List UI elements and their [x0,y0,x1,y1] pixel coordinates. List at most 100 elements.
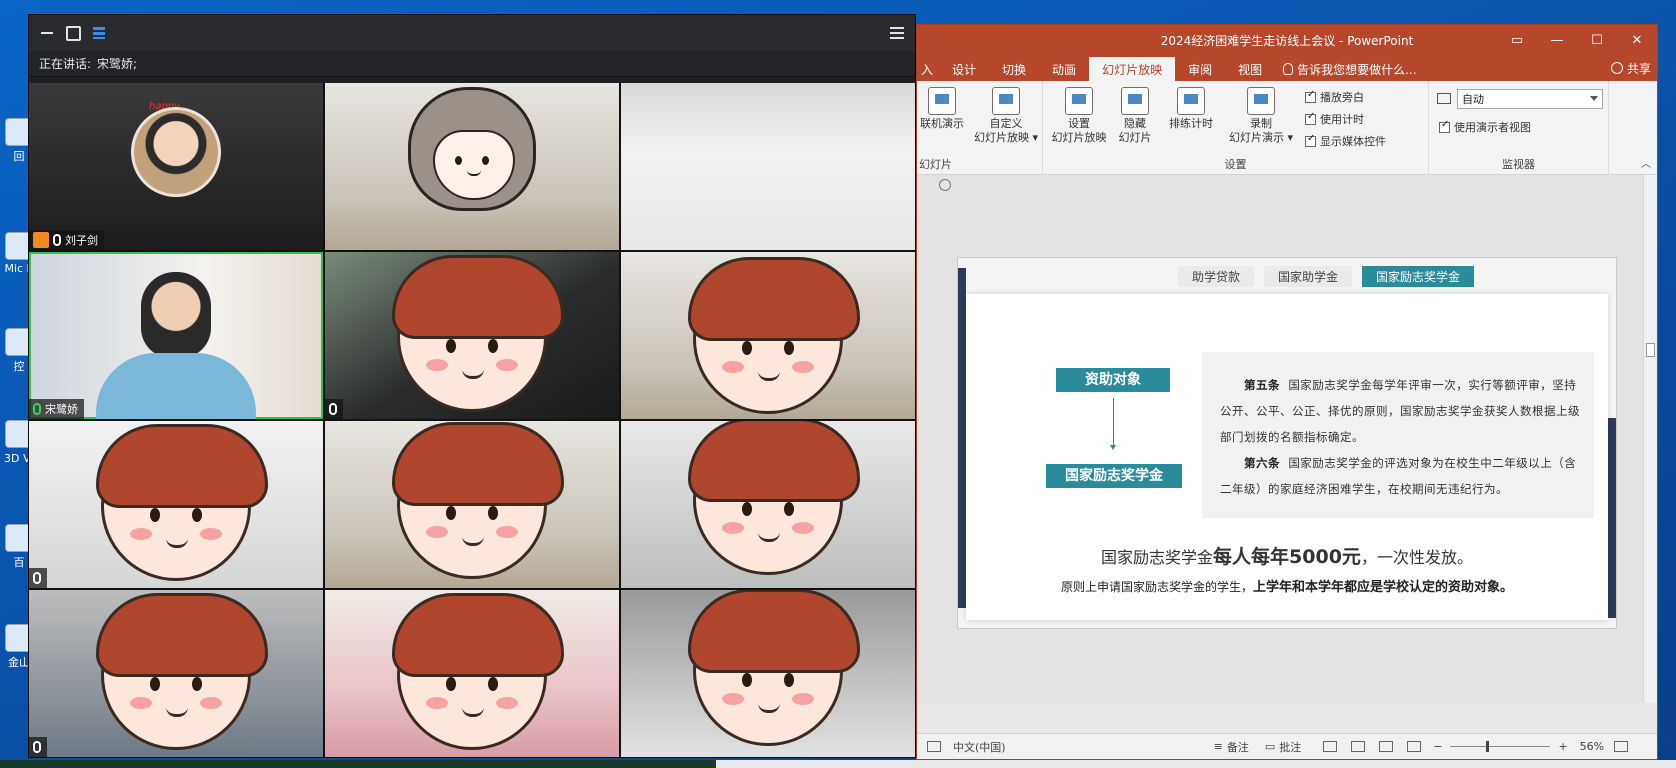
use-timings-checkbox[interactable]: 使用计时 [1305,111,1364,127]
mic-muted-icon [33,741,41,753]
mic-muted-icon [33,572,41,584]
speaking-name: 宋鹭娇; [97,57,138,71]
video-tile[interactable] [621,421,915,588]
setup-show-button[interactable]: 设置 幻灯片放映 [1047,87,1111,145]
fit-slide-icon[interactable] [1614,741,1629,752]
record-show-button[interactable]: 录制 幻灯片演示 ▾ [1223,87,1299,145]
video-tile-active[interactable]: 宋鹭娇 [29,252,323,419]
label-scholarship: 国家励志奖学金 [1046,464,1182,488]
powerpoint-window: 2024经济困难学生走访线上会议 - PowerPoint ▭ — ☐ ✕ 入 … [916,24,1658,760]
mic-on-icon [33,403,41,415]
stopwatch-icon [1177,87,1205,115]
hide-slide-button[interactable]: 隐藏 幻灯片 [1113,87,1157,145]
video-tile[interactable] [29,421,323,588]
speaking-indicator: 正在讲话: 宋鹭娇; [29,51,915,77]
slide-content-card: 资助对象 国家励志奖学金 第五条 国家励志奖学金每学年评审一次，实行等额评审，坚… [966,294,1608,620]
online-present-button[interactable]: 联机演示 [917,87,967,131]
collapse-ribbon-icon[interactable]: ︿ [1641,155,1651,170]
comments-button[interactable]: ▭ 批注 [1265,739,1301,755]
minimize-icon[interactable] [39,25,55,41]
close-icon[interactable]: ✕ [1617,25,1657,55]
slideshow-icon [1407,741,1422,752]
video-tile[interactable] [29,590,323,757]
video-tile[interactable] [621,252,915,419]
tab-design[interactable]: 设计 [939,57,989,81]
video-tile[interactable] [325,252,619,419]
language-indicator[interactable]: 中文(中国) [953,739,1006,755]
video-tile[interactable] [621,590,915,757]
slide-sorter-button[interactable] [1351,741,1366,752]
boy-sticker-icon [96,424,268,581]
girl-sticker-icon [408,87,536,211]
boy-sticker-icon [392,255,564,412]
tab-animations[interactable]: 动画 [1039,57,1089,81]
taskbar-strip [716,760,1676,768]
record-icon [1247,87,1275,115]
status-bar: 中文(中国) ≡ 备注 ▭ 批注 − + 56% [917,733,1657,759]
participant-name-tag: 宋鹭娇 [29,399,84,419]
ribbon-group-start: 联机演示 自定义 幻灯片放映 ▾ 幻灯片 [917,81,1043,175]
slide-editing-area[interactable]: 助学贷款 国家助学金 国家励志奖学金 资助对象 国家励志奖学金 第五条 国家励志… [917,175,1657,703]
meeting-titlebar [29,15,915,51]
reading-view-icon [1379,741,1394,752]
presenter-view-checkbox[interactable]: 使用演示者视图 [1439,119,1531,135]
video-tile[interactable] [325,83,619,250]
maximize-icon[interactable]: ☐ [1577,25,1617,55]
participant-name-tag [29,568,47,588]
tab-insert[interactable]: 入 [921,57,939,81]
boy-sticker-icon [688,421,860,575]
slide-subline: 原则上申请国家励志奖学金的学生，上学年和本学年都应是学校认定的资助对象。 [1060,580,1514,595]
boy-sticker-icon [392,422,564,579]
connector-arrow [1110,398,1116,450]
reading-view-button[interactable] [1379,741,1394,752]
gallery-view-icon[interactable] [91,25,107,41]
play-narration-checkbox[interactable]: 播放旁白 [1305,89,1364,105]
maximize-icon[interactable] [65,25,81,41]
tab-slideshow[interactable]: 幻灯片放映 [1089,57,1176,81]
label-recipients: 资助对象 [1056,368,1170,392]
custom-show-button[interactable]: 自定义 幻灯片放映 ▾ [971,87,1041,145]
tab-review[interactable]: 审阅 [1175,57,1225,81]
participant-name-tag [325,399,343,419]
slide-headline: 国家励志奖学金每人每年5000元，一次性发放。 [1101,546,1473,568]
vertical-scrollbar[interactable] [1643,175,1657,703]
mic-muted-icon [53,234,61,246]
monitor-select[interactable]: 自动 [1457,89,1603,109]
zoom-level[interactable]: 56% [1580,740,1604,753]
speaking-label: 正在讲话: [39,57,92,71]
ribbon-display-icon[interactable]: ▭ [1497,25,1537,55]
tell-me-box[interactable]: 告诉我您想要做什么... [1283,57,1417,81]
video-tile[interactable]: happy 刘子剑 [29,83,323,250]
boy-sticker-icon [688,590,860,746]
normal-view-icon [1323,741,1338,752]
spellcheck-icon[interactable] [927,741,941,752]
video-tile[interactable] [325,590,619,757]
slide-accent-bar [958,268,966,608]
mic-muted-icon [329,403,337,415]
zoom-in-button[interactable]: + [1558,740,1567,753]
tab-view[interactable]: 视图 [1225,57,1275,81]
normal-view-button[interactable] [1323,741,1338,752]
boy-sticker-icon [96,593,268,750]
slideshow-button[interactable] [1407,741,1422,752]
setup-show-icon [1065,87,1093,115]
video-tile[interactable] [325,421,619,588]
menu-icon[interactable] [889,25,905,41]
avatar [131,107,221,197]
slide-tab: 助学贷款 [1178,266,1255,287]
tab-transitions[interactable]: 切换 [989,57,1039,81]
slide-canvas[interactable]: 助学贷款 国家助学金 国家励志奖学金 资助对象 国家励志奖学金 第五条 国家励志… [957,257,1617,629]
show-media-controls-checkbox[interactable]: 显示媒体控件 [1305,133,1386,149]
share-button[interactable]: 共享 [1610,57,1651,79]
rehearse-timings-button[interactable]: 排练计时 [1163,87,1219,131]
hide-slide-icon [1121,87,1149,115]
minimize-icon[interactable]: — [1537,25,1577,55]
boy-sticker-icon [392,593,564,750]
video-grid: happy 刘子剑 宋鹭娇 [29,83,915,757]
comment-icon: ▭ [1264,740,1276,753]
slide-tab-bar: 助学贷款 国家助学金 国家励志奖学金 [1178,266,1475,287]
zoom-slider[interactable] [1450,741,1551,752]
notes-button[interactable]: ≡ 备注 [1214,739,1249,755]
video-tile[interactable] [621,83,915,250]
zoom-out-button[interactable]: − [1433,740,1442,753]
